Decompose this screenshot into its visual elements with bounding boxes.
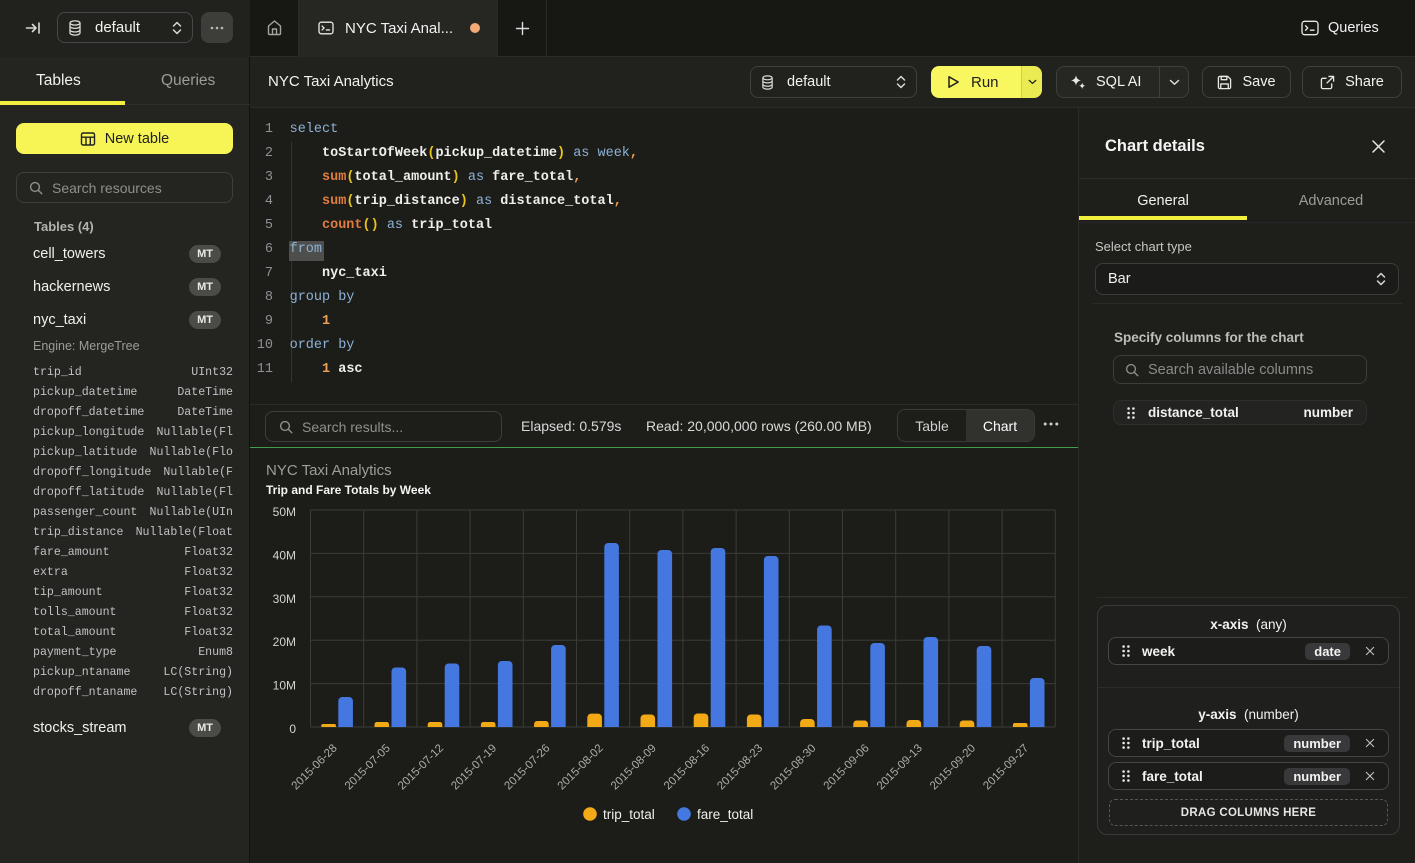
svg-text:50M: 50M <box>273 505 296 519</box>
svg-text:2015-07-05: 2015-07-05 <box>343 742 393 792</box>
svg-text:2015-08-23: 2015-08-23 <box>715 742 765 792</box>
svg-text:10M: 10M <box>273 679 296 693</box>
svg-text:40M: 40M <box>273 548 296 562</box>
svg-text:2015-08-30: 2015-08-30 <box>768 742 818 792</box>
svg-text:fare_total: fare_total <box>697 807 753 822</box>
svg-text:2015-09-13: 2015-09-13 <box>875 742 925 792</box>
svg-text:2015-09-27: 2015-09-27 <box>981 742 1031 792</box>
svg-text:30M: 30M <box>273 592 296 606</box>
svg-text:2015-07-12: 2015-07-12 <box>396 742 446 792</box>
svg-text:2015-08-16: 2015-08-16 <box>662 742 712 792</box>
svg-text:0: 0 <box>289 722 296 736</box>
svg-text:2015-09-20: 2015-09-20 <box>928 742 978 792</box>
svg-text:2015-07-26: 2015-07-26 <box>502 742 552 792</box>
svg-text:2015-08-09: 2015-08-09 <box>609 742 659 792</box>
svg-text:20M: 20M <box>273 635 296 649</box>
svg-text:trip_total: trip_total <box>603 807 655 822</box>
svg-text:2015-09-06: 2015-09-06 <box>822 742 872 792</box>
svg-text:2015-07-19: 2015-07-19 <box>449 742 499 792</box>
svg-text:2015-06-28: 2015-06-28 <box>290 742 340 792</box>
svg-text:2015-08-02: 2015-08-02 <box>556 742 606 792</box>
